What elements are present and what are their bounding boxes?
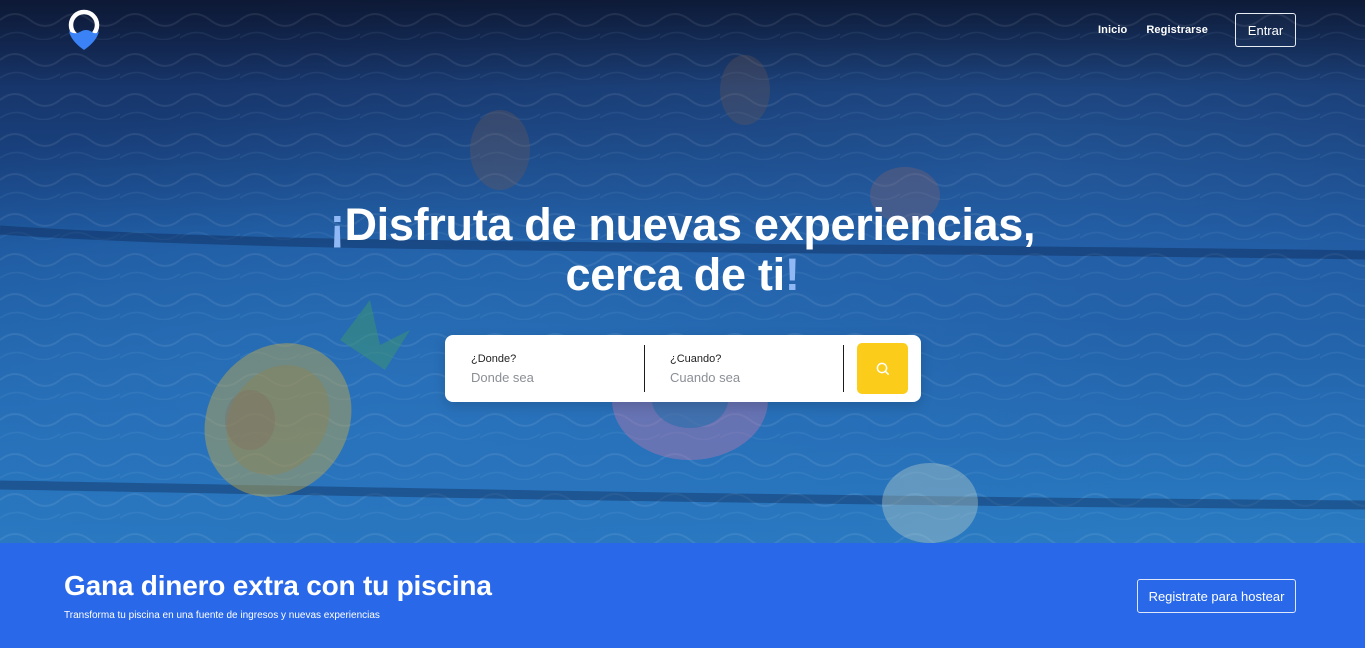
host-title: Gana dinero extra con tu piscina [64, 570, 492, 601]
when-input[interactable] [670, 370, 830, 385]
host-subtitle: Transforma tu piscina en una fuente de i… [64, 610, 380, 621]
login-button[interactable]: Entrar [1235, 13, 1296, 47]
search-divider [644, 345, 645, 392]
hero-section: Inicio Registrarse Entrar ¡Disfruta de n… [0, 0, 1365, 543]
search-icon [876, 362, 889, 375]
search-bar: ¿Donde? ¿Cuando? [445, 335, 921, 402]
headline-close-mark: ! [784, 249, 800, 300]
nav-link-inicio[interactable]: Inicio [1098, 24, 1127, 36]
where-input[interactable] [471, 370, 631, 385]
top-navbar: Inicio Registrarse Entrar [0, 0, 1365, 60]
page: Inicio Registrarse Entrar ¡Disfruta de n… [0, 0, 1365, 648]
search-button[interactable] [857, 343, 908, 394]
when-label: ¿Cuando? [670, 353, 722, 365]
map-pin-wave-icon [68, 9, 100, 50]
headline-line-2: cerca de ti [565, 249, 785, 300]
search-divider [843, 345, 844, 392]
register-host-button[interactable]: Registrate para hostear [1137, 579, 1296, 613]
headline-open-mark: ¡ [329, 199, 345, 250]
logo[interactable] [66, 9, 102, 51]
where-field[interactable]: ¿Donde? [471, 335, 643, 402]
where-label: ¿Donde? [471, 353, 517, 365]
nav-links: Inicio Registrarse Entrar [1098, 13, 1296, 47]
host-banner: Gana dinero extra con tu piscina Transfo… [0, 543, 1365, 648]
hero-headline: ¡Disfruta de nuevas experiencias, cerca … [0, 200, 1365, 300]
when-field[interactable]: ¿Cuando? [670, 335, 842, 402]
nav-link-registrarse[interactable]: Registrarse [1146, 24, 1208, 36]
headline-line-1: Disfruta de nuevas experiencias, [344, 199, 1036, 250]
